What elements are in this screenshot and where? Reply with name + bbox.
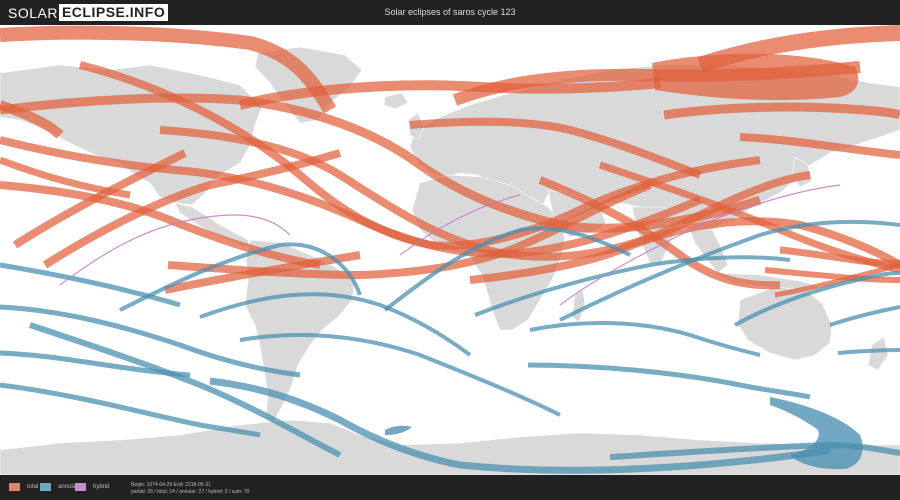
legend-swatch-hybrid xyxy=(75,483,86,491)
annular-path xyxy=(527,362,811,400)
annular-path-polar-zone xyxy=(385,425,412,435)
saros-date-range: Begin: 1074-04-29 End: 2318-05-31 xyxy=(131,482,211,488)
legend-swatch-annular xyxy=(40,483,51,491)
annular-path xyxy=(0,262,181,308)
footer-bar: total annular hybrid Begin: 1074-04-29 E… xyxy=(0,475,900,500)
legend-item-total: total xyxy=(9,483,38,491)
legend-item-annular: annular xyxy=(40,483,78,491)
annular-path xyxy=(837,348,900,355)
landmass-iceland xyxy=(383,92,409,110)
eclipse-path-map[interactable] xyxy=(0,25,900,476)
legend-label-hybrid: hybrid xyxy=(93,484,110,490)
legend-item-hybrid: hybrid xyxy=(75,483,109,491)
legend-label-total: total xyxy=(27,484,39,490)
world-map[interactable] xyxy=(0,25,900,476)
saros-eclipse-counts: partial: 26 / total: 14 / annular: 27 / … xyxy=(131,489,250,495)
landmass-australia xyxy=(737,286,833,361)
page-title: Solar eclipses of saros cycle 123 xyxy=(384,7,516,17)
header-bar: SOLAR ECLIPSE.INFO Solar eclipses of sar… xyxy=(0,0,900,25)
legend-swatch-total xyxy=(9,483,20,491)
annular-path xyxy=(529,321,761,357)
landmass-new-zealand xyxy=(867,336,889,371)
annular-path xyxy=(829,305,900,327)
